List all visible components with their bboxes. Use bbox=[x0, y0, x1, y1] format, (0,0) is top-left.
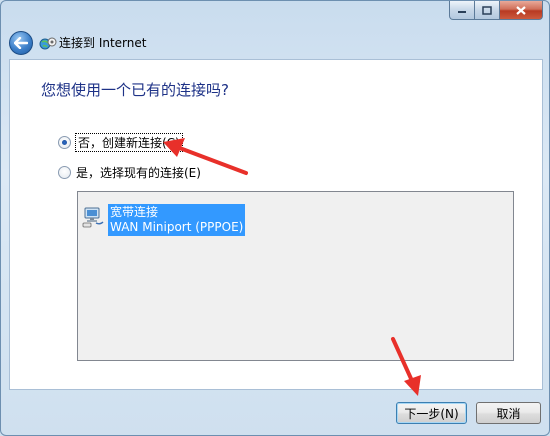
maximize-button[interactable] bbox=[475, 1, 500, 20]
caption-buttons bbox=[449, 1, 543, 20]
radio-create-new[interactable] bbox=[58, 136, 71, 149]
radio-use-existing[interactable] bbox=[58, 166, 71, 179]
connection-list[interactable]: 宽带连接 WAN Miniport (PPPOE) bbox=[77, 191, 514, 361]
cancel-button[interactable]: 取消 bbox=[476, 402, 541, 424]
option-use-existing-label[interactable]: 是，选择现有的连接(E) bbox=[76, 164, 201, 181]
minimize-icon bbox=[458, 11, 466, 13]
content-area: 您想使用一个已有的连接吗? 否，创建新连接(C) 是，选择现有的连接(E) 宽带… bbox=[9, 59, 543, 390]
next-button[interactable]: 下一步(N) bbox=[396, 402, 467, 424]
back-button[interactable] bbox=[9, 31, 33, 55]
option-create-new[interactable]: 否，创建新连接(C) bbox=[58, 133, 183, 152]
broadband-connection-icon bbox=[82, 207, 104, 228]
network-globe-icon bbox=[39, 37, 57, 50]
dialog-window: 连接到 Internet 您想使用一个已有的连接吗? 否，创建新连接(C) 是，… bbox=[0, 0, 550, 436]
list-item[interactable]: 宽带连接 WAN Miniport (PPPOE) bbox=[82, 204, 246, 236]
option-create-new-label[interactable]: 否，创建新连接(C) bbox=[75, 133, 183, 152]
navigation-bar: 连接到 Internet bbox=[1, 25, 549, 59]
maximize-icon bbox=[482, 5, 492, 15]
connection-name: 宽带连接 bbox=[110, 205, 159, 219]
connection-device: WAN Miniport (PPPOE) bbox=[110, 220, 244, 234]
back-arrow-icon bbox=[14, 37, 28, 49]
page-heading: 您想使用一个已有的连接吗? bbox=[41, 81, 229, 99]
option-use-existing[interactable]: 是，选择现有的连接(E) bbox=[58, 164, 201, 181]
minimize-button[interactable] bbox=[449, 1, 475, 20]
connection-label: 宽带连接 WAN Miniport (PPPOE) bbox=[108, 204, 246, 236]
close-icon bbox=[516, 5, 526, 15]
window-title: 连接到 Internet bbox=[59, 36, 147, 50]
close-button[interactable] bbox=[500, 1, 543, 20]
